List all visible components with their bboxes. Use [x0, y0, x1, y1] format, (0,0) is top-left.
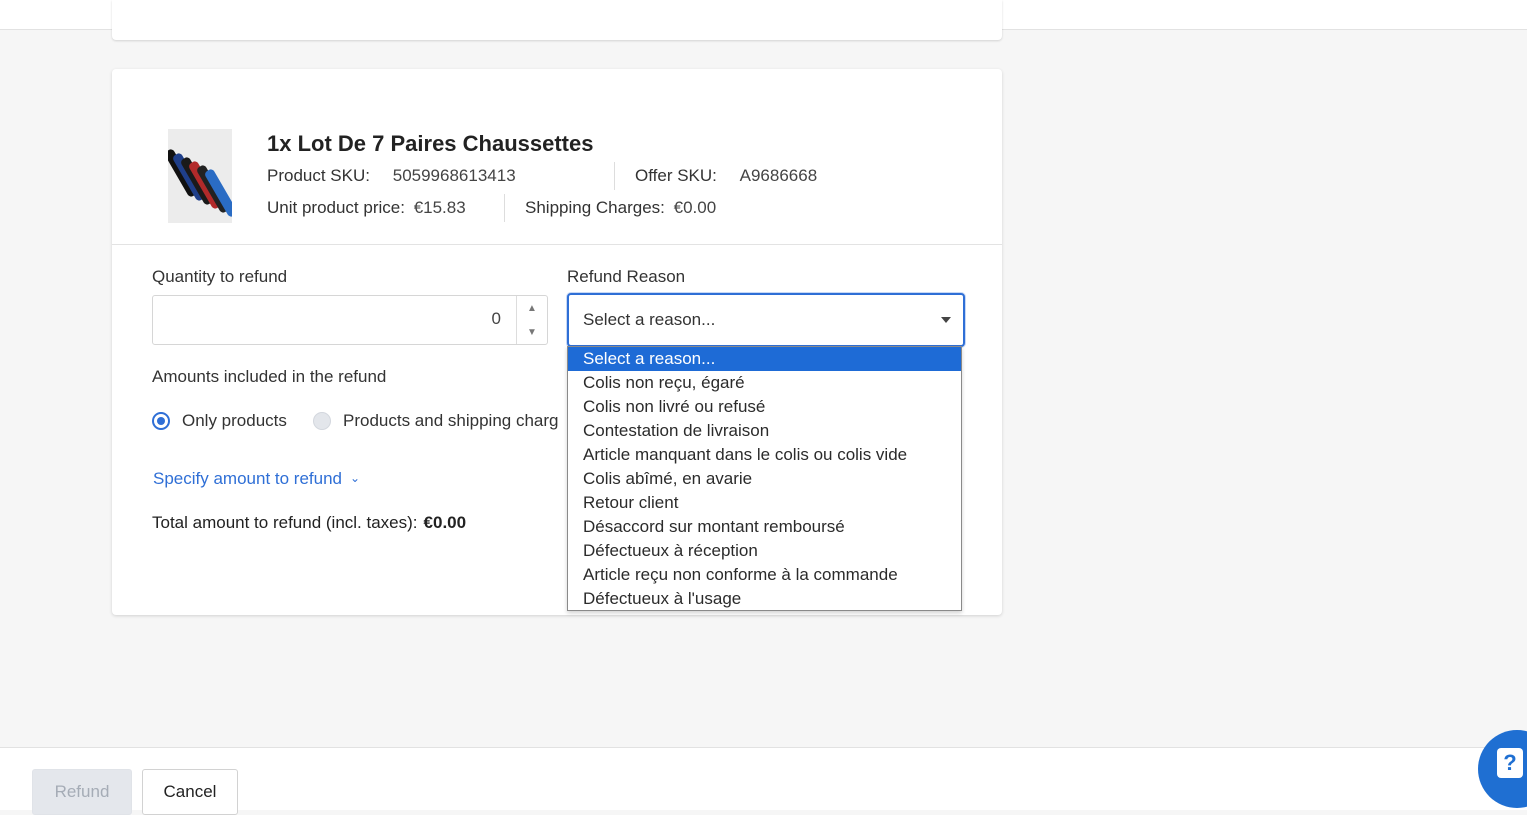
reason-option[interactable]: Retour client: [568, 491, 961, 515]
refund-reason-label: Refund Reason: [567, 267, 686, 286]
stepper-up-icon[interactable]: ▲: [517, 296, 547, 320]
action-footer: Refund Cancel: [0, 747, 1527, 815]
amounts-included-label: Amounts included in the refund: [152, 367, 387, 386]
reason-option[interactable]: Défectueux à réception: [568, 539, 961, 563]
radio-products-and-shipping[interactable]: [313, 412, 331, 430]
refund-reason-options[interactable]: Select a reason... Colis non reçu, égaré…: [567, 346, 962, 611]
reason-option[interactable]: Colis abîmé, en avarie: [568, 467, 961, 491]
total-refund-value: €0.00: [423, 513, 467, 532]
offer-sku: Offer SKU: A9686668: [635, 166, 817, 186]
quantity-value: 0: [491, 309, 501, 328]
offer-sku-value: A9686668: [739, 166, 818, 185]
section-divider: [112, 244, 1002, 245]
unit-price-value: €15.83: [413, 198, 466, 217]
cancel-button[interactable]: Cancel: [142, 769, 238, 815]
refund-reason-value: Select a reason...: [583, 310, 716, 329]
help-question-icon: ?: [1497, 748, 1523, 778]
reason-option[interactable]: Article manquant dans le colis ou colis …: [568, 443, 961, 467]
stepper-down-icon[interactable]: ▼: [517, 320, 547, 344]
quantity-label: Quantity to refund: [152, 267, 288, 286]
product-sku-label: Product SKU:: [267, 166, 370, 185]
quantity-stepper[interactable]: ▲ ▼: [516, 296, 547, 344]
reason-option[interactable]: Colis non livré ou refusé: [568, 395, 961, 419]
reason-option[interactable]: Défectueux à l'usage: [568, 587, 961, 611]
product-title: 1x Lot De 7 Paires Chaussettes: [267, 131, 594, 156]
divider: [614, 162, 615, 190]
quantity-input[interactable]: 0 ▲ ▼: [152, 295, 548, 345]
reason-option[interactable]: Contestation de livraison: [568, 419, 961, 443]
unit-price: Unit product price: €15.83: [267, 198, 466, 218]
specify-amount-link[interactable]: Specify amount to refund ⌄: [153, 469, 360, 489]
reason-option[interactable]: Article reçu non conforme à la commande: [568, 563, 961, 587]
product-sku-value: 5059968613413: [392, 166, 516, 185]
radio-only-products-label[interactable]: Only products: [182, 411, 287, 431]
radio-products-and-shipping-label[interactable]: Products and shipping charg: [343, 411, 558, 431]
refund-button[interactable]: Refund: [32, 769, 132, 815]
unit-price-label: Unit product price:: [267, 198, 405, 217]
divider: [504, 194, 505, 222]
radio-only-products[interactable]: [152, 412, 170, 430]
specify-amount-label: Specify amount to refund: [153, 469, 343, 488]
product-sku: Product SKU: 5059968613413: [267, 166, 516, 186]
reason-option[interactable]: Désaccord sur montant remboursé: [568, 515, 961, 539]
reason-option[interactable]: Select a reason...: [568, 347, 961, 371]
product-thumbnail: [168, 129, 232, 223]
total-refund-label: Total amount to refund (incl. taxes):: [152, 513, 418, 532]
chevron-down-icon: ⌄: [350, 471, 361, 485]
caret-down-icon: [941, 317, 951, 323]
previous-item-card: [112, 0, 1002, 40]
shipping-label: Shipping Charges:: [525, 198, 665, 217]
shipping-value: €0.00: [673, 198, 717, 217]
offer-sku-label: Offer SKU:: [635, 166, 717, 185]
reason-option[interactable]: Colis non reçu, égaré: [568, 371, 961, 395]
shipping-charges: Shipping Charges: €0.00: [525, 198, 716, 218]
refund-reason-select[interactable]: Select a reason...: [567, 293, 965, 347]
total-refund: Total amount to refund (incl. taxes): €0.…: [152, 513, 466, 533]
